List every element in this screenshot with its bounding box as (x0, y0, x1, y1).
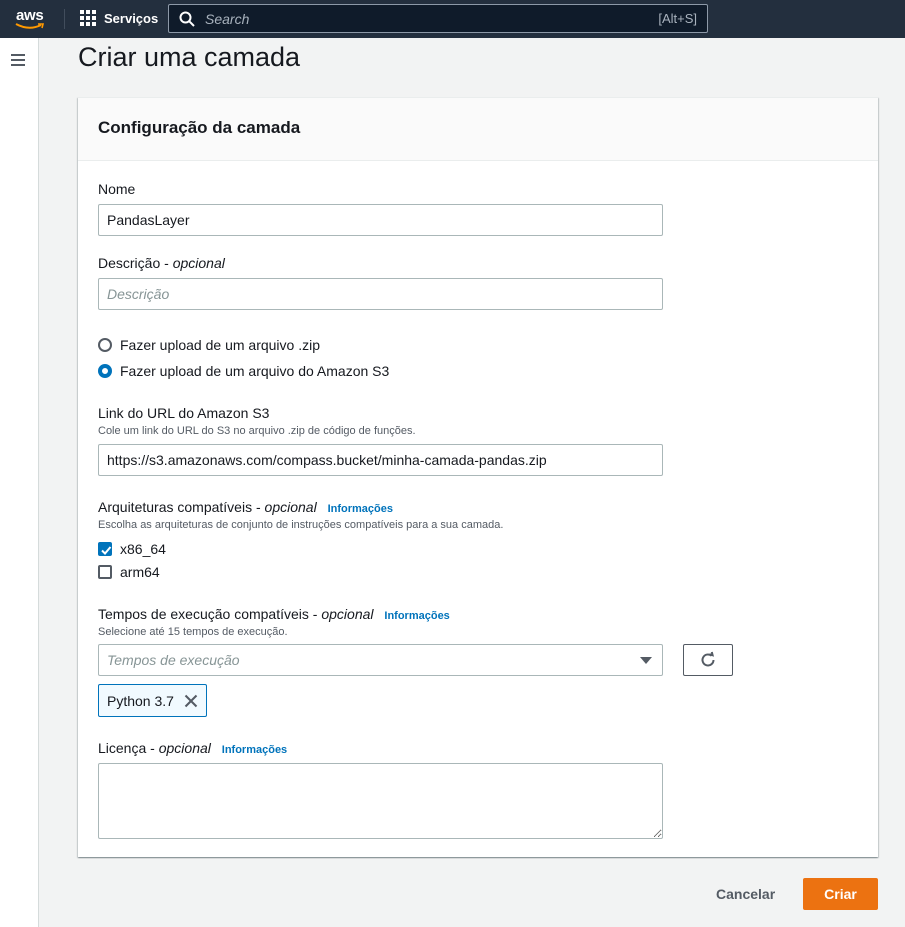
architectures-description: Escolha as arquiteturas de conjunto de i… (98, 519, 504, 531)
top-navigation-bar: aws Serviços [Alt+S] (0, 0, 905, 38)
search-input[interactable] (205, 10, 635, 27)
runtimes-label: Tempos de execução compatíveis - opciona… (98, 606, 450, 622)
search-box[interactable]: [Alt+S] (168, 4, 708, 33)
nav-divider (64, 9, 65, 29)
description-input[interactable] (98, 278, 663, 310)
runtimes-description: Selecione até 15 tempos de execução. (98, 626, 288, 638)
arch-x86-label: x86_64 (120, 541, 166, 557)
architectures-label: Arquiteturas compatíveis - opcional Info… (98, 499, 393, 515)
architectures-optional: opcional (264, 499, 317, 515)
container-title: Configuração da camada (98, 118, 301, 137)
description-optional: opcional (172, 255, 225, 271)
services-menu-button[interactable]: Serviços (80, 10, 158, 26)
upload-zip-radio-option[interactable]: Fazer upload de um arquivo .zip (98, 337, 320, 353)
refresh-runtimes-button[interactable] (683, 644, 733, 676)
upload-zip-radio[interactable] (98, 338, 112, 352)
runtimes-info-link[interactable]: Informações (384, 610, 449, 622)
license-optional: opcional (158, 740, 211, 756)
aws-smile-icon (15, 23, 45, 29)
name-label: Nome (98, 181, 136, 197)
license-textarea[interactable] (98, 763, 663, 839)
license-label: Licença - opcional Informações (98, 740, 288, 756)
description-label-text: Descrição (98, 255, 161, 271)
refresh-icon (701, 651, 715, 667)
page-title: Criar uma camada (78, 42, 301, 72)
container-header: Configuração da camada (78, 98, 878, 161)
create-button[interactable]: Criar (803, 878, 878, 910)
runtime-token: Python 3.7 (98, 684, 207, 717)
runtime-token-label: Python 3.7 (107, 692, 174, 709)
architectures-info-link[interactable]: Informações (328, 503, 393, 515)
aws-logo[interactable]: aws (14, 6, 50, 32)
menu-icon[interactable] (11, 54, 25, 66)
layer-config-container: Configuração da camada Nome Descrição - … (78, 97, 878, 857)
caret-down-icon (640, 657, 652, 664)
architectures-label-text: Arquiteturas compatíveis (98, 499, 253, 515)
s3-link-label: Link do URL do Amazon S3 (98, 405, 270, 421)
upload-s3-label: Fazer upload de um arquivo do Amazon S3 (120, 363, 390, 379)
search-shortcut-hint: [Alt+S] (658, 11, 697, 26)
grid-icon (80, 10, 96, 26)
upload-s3-radio-option[interactable]: Fazer upload de um arquivo do Amazon S3 (98, 363, 389, 379)
s3-link-description: Cole um link do URL do S3 no arquivo .zi… (98, 425, 416, 437)
runtimes-select[interactable]: Tempos de execução (98, 644, 663, 676)
name-input[interactable] (98, 204, 663, 236)
arch-arm64-option[interactable]: arm64 (98, 564, 160, 580)
runtimes-select-placeholder: Tempos de execução (107, 652, 240, 668)
description-label: Descrição - opcional (98, 255, 225, 271)
cancel-button[interactable]: Cancelar (705, 878, 786, 910)
aws-logo-text: aws (16, 7, 44, 24)
license-label-text: Licença (98, 740, 147, 756)
upload-zip-label: Fazer upload de um arquivo .zip (120, 337, 320, 353)
arch-arm64-label: arm64 (120, 564, 160, 580)
upload-s3-radio[interactable] (98, 364, 112, 378)
arch-arm64-checkbox[interactable] (98, 565, 112, 579)
side-navigation-rail (0, 38, 39, 927)
services-label: Serviços (104, 10, 159, 26)
close-icon[interactable] (184, 694, 198, 708)
s3-link-input[interactable] (98, 444, 663, 476)
runtimes-label-text: Tempos de execução compatíveis (98, 606, 309, 622)
search-icon (179, 11, 195, 27)
license-info-link[interactable]: Informações (222, 744, 287, 756)
checkmark-icon (101, 546, 112, 555)
runtimes-optional: opcional (321, 606, 374, 622)
arch-x86-checkbox[interactable] (98, 542, 112, 556)
arch-x86-option[interactable]: x86_64 (98, 541, 166, 557)
